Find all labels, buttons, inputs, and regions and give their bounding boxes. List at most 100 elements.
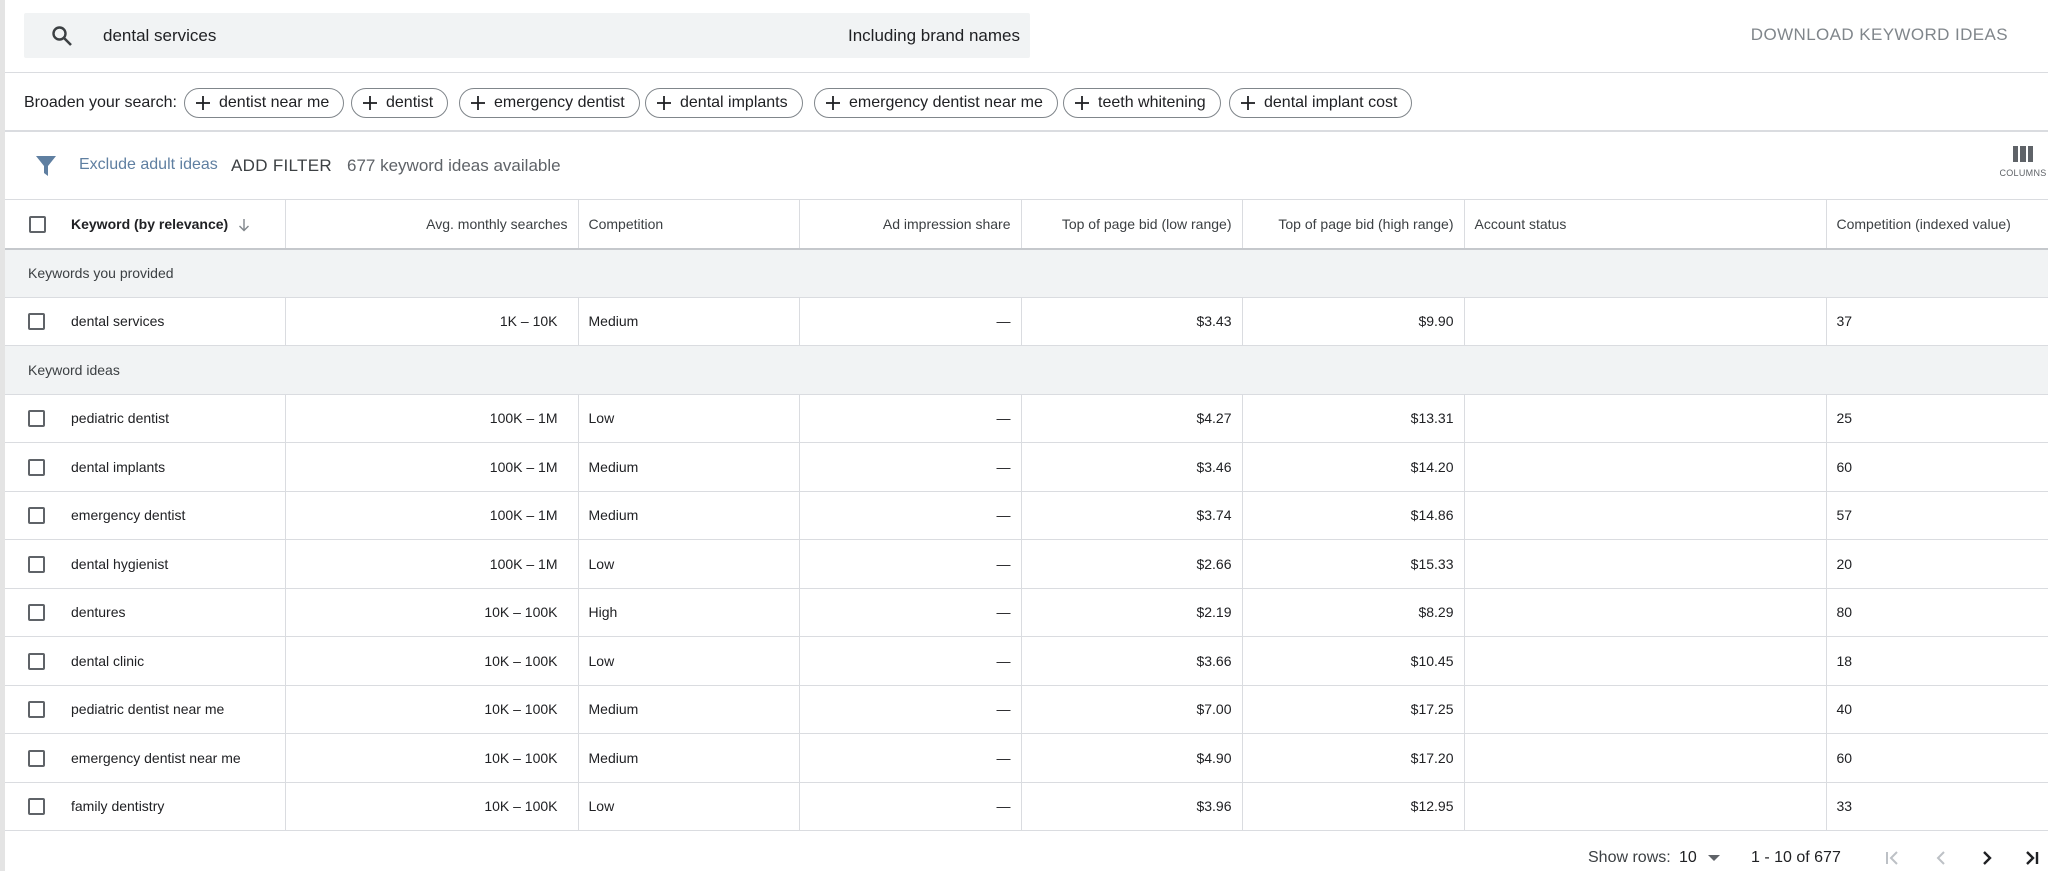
header-ad-impression-share[interactable]: Ad impression share xyxy=(798,200,1021,250)
header-competition[interactable]: Competition xyxy=(577,200,799,250)
row-ad-impression-share: — xyxy=(798,733,1021,783)
row-checkbox[interactable] xyxy=(28,652,45,670)
plus-icon xyxy=(1075,96,1089,110)
filter-bar: Exclude adult ideas ADD FILTER 677 keywo… xyxy=(5,132,2048,200)
table-row[interactable]: dentures 10K – 100K High — $2.19 $8.29 80 xyxy=(5,588,2048,637)
search-query[interactable]: dental services xyxy=(103,26,216,46)
broaden-chip[interactable]: dental implant cost xyxy=(1229,88,1413,118)
brand-names-toggle[interactable]: Including brand names xyxy=(848,26,1020,46)
table-row[interactable]: emergency dentist near me 10K – 100K Mediu… xyxy=(5,733,2048,783)
section-keywords-provided: Keywords you provided xyxy=(5,248,2048,298)
row-checkbox[interactable] xyxy=(28,701,45,719)
broaden-chip[interactable]: emergency dentist near me xyxy=(814,88,1058,118)
table-body: Keywords you provided dental services 1K –… xyxy=(5,248,2048,831)
row-checkbox[interactable] xyxy=(28,313,45,331)
broaden-search-bar: Broaden your search: dentist near me dent… xyxy=(5,73,2048,132)
row-competition: Low xyxy=(577,539,799,589)
row-ad-impression-share: — xyxy=(798,539,1021,589)
broaden-chip[interactable]: dentist near me xyxy=(184,88,345,118)
header-keyword-label: Keyword (by relevance) xyxy=(71,215,229,232)
row-avg-monthly-searches: 100K – 1M xyxy=(284,539,578,589)
row-select-cell xyxy=(5,636,47,686)
row-keyword: emergency dentist near me xyxy=(47,733,285,783)
row-competition: Medium xyxy=(577,442,799,492)
row-bid-low: $4.27 xyxy=(1020,394,1242,443)
row-keyword: dentures xyxy=(47,588,285,637)
row-bid-high: $13.31 xyxy=(1241,394,1464,443)
filter-icon[interactable] xyxy=(35,154,57,178)
header-account-status[interactable]: Account status xyxy=(1463,200,1826,250)
columns-button[interactable]: COLUMNS xyxy=(1998,146,2048,192)
row-bid-low: $3.46 xyxy=(1020,442,1242,492)
table-row[interactable]: emergency dentist 100K – 1M Medium — $3.74 $1… xyxy=(5,491,2048,540)
broaden-chip-label: dentist xyxy=(386,94,434,111)
chevron-left-icon[interactable] xyxy=(1929,846,1953,870)
row-avg-monthly-searches: 10K – 100K xyxy=(284,782,578,831)
chevron-down-icon[interactable] xyxy=(1708,855,1720,861)
exclude-adult-ideas-filter[interactable]: Exclude adult ideas xyxy=(79,156,218,174)
row-competition: Low xyxy=(577,636,799,686)
row-account-status xyxy=(1463,636,1826,686)
show-rows-label: Show rows: xyxy=(1588,849,1671,866)
row-checkbox[interactable] xyxy=(28,604,45,622)
row-select-cell xyxy=(5,782,47,831)
columns-label: COLUMNS xyxy=(1999,168,2047,178)
row-keyword: pediatric dentist xyxy=(47,394,285,443)
row-checkbox[interactable] xyxy=(28,458,45,476)
select-all-checkbox[interactable] xyxy=(29,215,46,233)
broaden-chip[interactable]: emergency dentist xyxy=(459,88,640,118)
broaden-chip[interactable]: teeth whitening xyxy=(1063,88,1221,118)
section-keyword-ideas-label: Keyword ideas xyxy=(5,345,2048,395)
last-page-icon[interactable] xyxy=(2019,846,2043,870)
row-competition-index: 57 xyxy=(1825,491,2048,540)
table-row[interactable]: dental implants 100K – 1M Medium — $3.46 $14.… xyxy=(5,442,2048,492)
broaden-chip[interactable]: dentist xyxy=(351,88,449,118)
plus-icon xyxy=(363,96,377,110)
row-keyword: family dentistry xyxy=(47,782,285,831)
table-row[interactable]: family dentistry 10K – 100K Low — $3.96 $12.9… xyxy=(5,782,2048,831)
section-keyword-ideas: Keyword ideas xyxy=(5,345,2048,395)
row-bid-low: $2.19 xyxy=(1020,588,1242,637)
row-checkbox[interactable] xyxy=(28,555,45,573)
broaden-chip[interactable]: dental implants xyxy=(645,88,803,118)
row-bid-high: $10.45 xyxy=(1241,636,1464,686)
first-page-icon[interactable] xyxy=(1881,846,1905,870)
add-filter-button[interactable]: ADD FILTER xyxy=(231,156,332,176)
header-avg-monthly-searches[interactable]: Avg. monthly searches xyxy=(284,200,578,250)
table-row[interactable]: dental clinic 10K – 100K Low — $3.66 $10.45 18 xyxy=(5,636,2048,686)
pagination-bar: Show rows: 10 1 - 10 of 677 xyxy=(5,834,2048,871)
header-bid-high[interactable]: Top of page bid (high range) xyxy=(1241,200,1464,250)
row-account-status xyxy=(1463,685,1826,734)
header-competition-index[interactable]: Competition (indexed value) xyxy=(1825,200,2048,250)
row-select-cell xyxy=(5,685,47,734)
table-row[interactable]: pediatric dentist near me 10K – 100K Mediu… xyxy=(5,685,2048,734)
search-box[interactable]: dental services Including brand names xyxy=(24,13,1030,58)
row-competition: Medium xyxy=(577,685,799,734)
row-checkbox[interactable] xyxy=(28,410,45,428)
header-bid-low[interactable]: Top of page bid (low range) xyxy=(1020,200,1242,250)
row-bid-high: $17.20 xyxy=(1241,733,1464,783)
row-bid-high: $8.29 xyxy=(1241,588,1464,637)
row-select-cell xyxy=(5,491,47,540)
row-checkbox[interactable] xyxy=(28,749,45,767)
table-row[interactable]: dental services 1K – 10K Medium — $3.43 $9.90… xyxy=(5,297,2048,346)
header-keyword[interactable]: Keyword (by relevance) xyxy=(47,200,285,250)
arrow-down-icon[interactable] xyxy=(238,218,250,232)
select-all-cell xyxy=(5,200,47,250)
broaden-chip-label: dental implant cost xyxy=(1264,94,1398,111)
table-row[interactable]: dental hygienist 100K – 1M Low — $2.66 $15.33… xyxy=(5,539,2048,589)
broaden-label: Broaden your search: xyxy=(24,94,177,111)
row-ad-impression-share: — xyxy=(798,782,1021,831)
row-avg-monthly-searches: 10K – 100K xyxy=(284,588,578,637)
chevron-right-icon[interactable] xyxy=(1975,846,1999,870)
table-row[interactable]: pediatric dentist 100K – 1M Low — $4.27 $13.3… xyxy=(5,394,2048,443)
row-avg-monthly-searches: 1K – 10K xyxy=(284,297,578,346)
row-bid-high: $17.25 xyxy=(1241,685,1464,734)
download-keyword-ideas-button[interactable]: DOWNLOAD KEYWORD IDEAS xyxy=(1751,25,2008,45)
row-bid-low: $3.74 xyxy=(1020,491,1242,540)
row-keyword: emergency dentist xyxy=(47,491,285,540)
rows-per-page-select[interactable]: 10 xyxy=(1679,849,1697,867)
search-icon xyxy=(52,26,72,46)
row-checkbox[interactable] xyxy=(28,507,45,525)
row-checkbox[interactable] xyxy=(28,798,45,816)
